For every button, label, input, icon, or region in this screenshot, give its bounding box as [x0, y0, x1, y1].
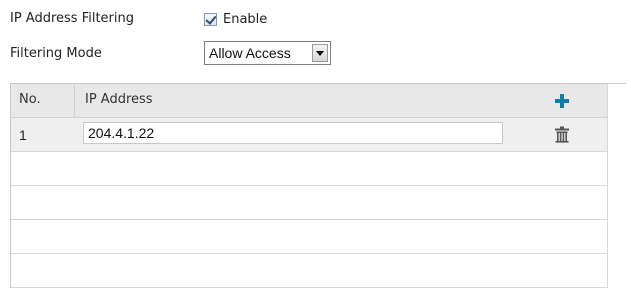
table-row [11, 152, 607, 186]
table-row[interactable]: 1 [11, 118, 607, 152]
filtering-mode-select[interactable]: Allow Access [204, 41, 331, 65]
column-divider [74, 84, 75, 117]
table-row [11, 186, 607, 220]
table-row [11, 220, 607, 254]
ip-filtering-label: IP Address Filtering [10, 11, 135, 26]
ip-filtering-panel: IP Address Filtering Enable Filtering Mo… [0, 0, 631, 288]
table-header: No. IP Address [11, 84, 607, 118]
row-number: 1 [19, 127, 27, 143]
filtering-mode-label: Filtering Mode [10, 46, 102, 61]
table-scrollbar[interactable] [607, 84, 626, 288]
table-row [11, 254, 607, 288]
filtering-mode-value: Allow Access [209, 45, 291, 61]
trash-icon[interactable] [554, 126, 570, 143]
table-body: 1 [11, 118, 607, 288]
ip-address-table: No. IP Address 1 [10, 83, 626, 288]
enable-checkbox[interactable] [204, 12, 217, 26]
ip-address-input[interactable] [83, 122, 503, 144]
enable-label: Enable [223, 11, 268, 27]
column-header-ip-address: IP Address [85, 92, 153, 107]
column-header-no: No. [19, 92, 41, 107]
enable-checkbox-group[interactable]: Enable [204, 9, 267, 29]
plus-icon[interactable] [554, 93, 570, 109]
chevron-down-icon[interactable] [312, 44, 328, 62]
